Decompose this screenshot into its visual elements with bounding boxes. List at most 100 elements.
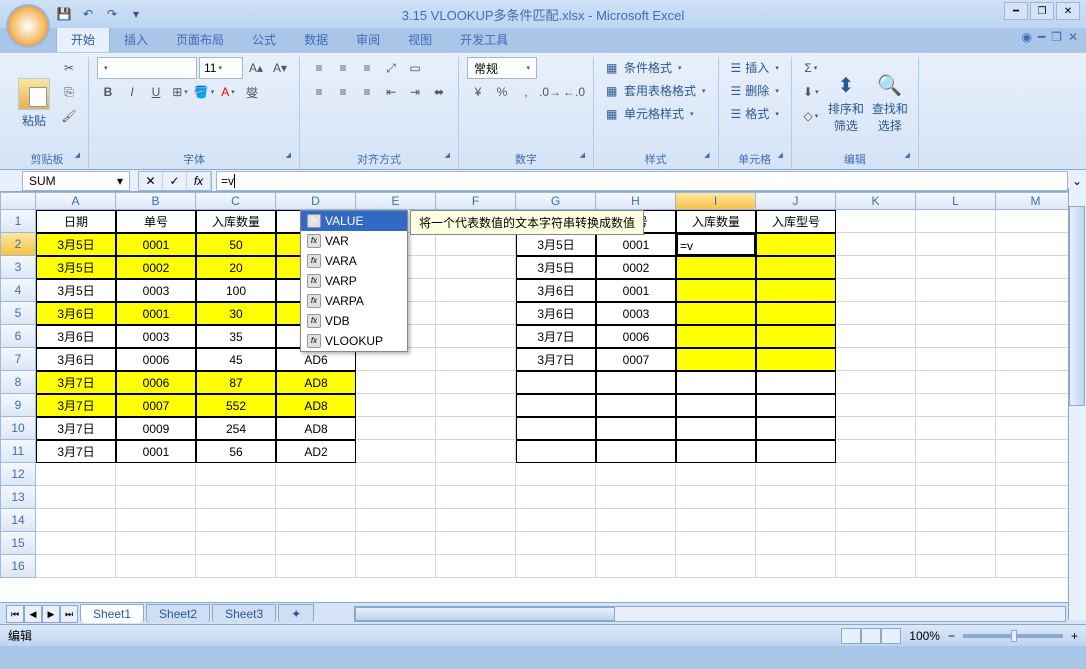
tab-pagelayout[interactable]: 页面布局 [162,27,238,52]
cell[interactable] [276,509,356,532]
insert-cells-button[interactable]: ☰ 插入▾ [727,57,783,78]
phonetic-icon[interactable]: 燮 [241,81,263,103]
cell[interactable] [996,210,1076,233]
row-header[interactable]: 8 [0,371,36,394]
horizontal-scrollbar[interactable] [354,606,1066,622]
row-header[interactable]: 12 [0,463,36,486]
cell[interactable]: 3月5日 [36,256,116,279]
col-header[interactable]: E [356,192,436,210]
cell[interactable]: 3月5日 [36,279,116,302]
cell[interactable] [356,509,436,532]
view-break-icon[interactable] [881,628,901,644]
cell[interactable]: 3月7日 [516,325,596,348]
cell[interactable] [516,440,596,463]
copy-icon[interactable]: ⎘ [58,81,80,103]
cell[interactable]: 0003 [596,302,676,325]
close-button[interactable]: ✕ [1056,2,1080,20]
office-button[interactable] [6,4,50,48]
cell[interactable] [516,463,596,486]
cell[interactable] [36,463,116,486]
cell[interactable] [836,509,916,532]
cell[interactable] [36,486,116,509]
cell[interactable] [916,233,996,256]
col-header[interactable]: B [116,192,196,210]
cell[interactable] [916,440,996,463]
cell[interactable] [196,532,276,555]
cell[interactable]: 0001 [116,440,196,463]
cut-icon[interactable]: ✂ [58,57,80,79]
zoom-slider[interactable] [963,634,1063,638]
clear-icon[interactable]: ◇▾ [800,105,822,127]
cell[interactable] [836,532,916,555]
row-header[interactable]: 16 [0,555,36,578]
cell[interactable] [596,463,676,486]
cell[interactable]: 20 [196,256,276,279]
cell[interactable] [596,555,676,578]
cell[interactable] [916,394,996,417]
cell[interactable]: 3月7日 [36,394,116,417]
undo-icon[interactable]: ↶ [78,4,98,24]
zoom-out-button[interactable]: − [948,629,955,643]
cell[interactable] [196,555,276,578]
fill-icon[interactable]: ⬇▾ [800,81,822,103]
cell[interactable]: 56 [196,440,276,463]
cell[interactable] [756,486,836,509]
cell[interactable] [996,371,1076,394]
cell[interactable] [516,371,596,394]
conditional-format-button[interactable]: ▦条件格式▾ [602,57,710,78]
cell[interactable] [436,463,516,486]
cell[interactable] [676,417,756,440]
cell[interactable]: 入库型号 [756,210,836,233]
cell[interactable]: 3月6日 [36,348,116,371]
cell[interactable] [356,371,436,394]
grow-font-icon[interactable]: A▴ [245,57,267,79]
cell[interactable]: AD8 [276,417,356,440]
cell[interactable] [116,509,196,532]
col-header[interactable]: C [196,192,276,210]
align-middle-icon[interactable]: ≡ [332,57,354,79]
cell[interactable]: 3月7日 [36,417,116,440]
shrink-font-icon[interactable]: A▾ [269,57,291,79]
cell[interactable] [836,256,916,279]
italic-button[interactable]: I [121,81,143,103]
cell[interactable] [36,555,116,578]
cell[interactable] [676,256,756,279]
cell[interactable] [356,532,436,555]
cell[interactable]: 35 [196,325,276,348]
row-header[interactable]: 2 [0,233,36,256]
expand-formula-icon[interactable]: ⌄ [1068,174,1086,188]
cell[interactable] [756,233,836,256]
merge-icon[interactable]: ⬌ [428,81,450,103]
cell[interactable] [836,417,916,440]
cell[interactable] [516,417,596,440]
cell[interactable] [996,302,1076,325]
cell[interactable]: 0002 [596,256,676,279]
row-header[interactable]: 1 [0,210,36,233]
cell[interactable] [676,371,756,394]
dec-decimal-icon[interactable]: ←.0 [563,81,585,103]
align-right-icon[interactable]: ≡ [356,81,378,103]
help-icon[interactable]: ◉ [1021,30,1031,44]
cell[interactable] [676,279,756,302]
view-layout-icon[interactable] [861,628,881,644]
cell[interactable] [836,463,916,486]
cell[interactable]: 0003 [116,325,196,348]
autocomplete-item[interactable]: fxVALUE [301,211,407,231]
cell[interactable] [596,371,676,394]
cell[interactable]: 3月5日 [36,233,116,256]
formula-input[interactable]: =v [216,171,1068,191]
cell[interactable]: 0003 [116,279,196,302]
tab-developer[interactable]: 开发工具 [446,27,522,52]
row-header[interactable]: 7 [0,348,36,371]
align-center-icon[interactable]: ≡ [332,81,354,103]
sheet-nav-prev[interactable]: ◀ [24,605,42,623]
cell[interactable] [996,417,1076,440]
cell[interactable] [276,532,356,555]
cell[interactable]: AD8 [276,394,356,417]
cell[interactable] [996,233,1076,256]
sheet-tab[interactable]: Sheet3 [212,604,276,623]
cell[interactable] [676,302,756,325]
cell[interactable]: 254 [196,417,276,440]
row-header[interactable]: 9 [0,394,36,417]
cell[interactable] [276,486,356,509]
